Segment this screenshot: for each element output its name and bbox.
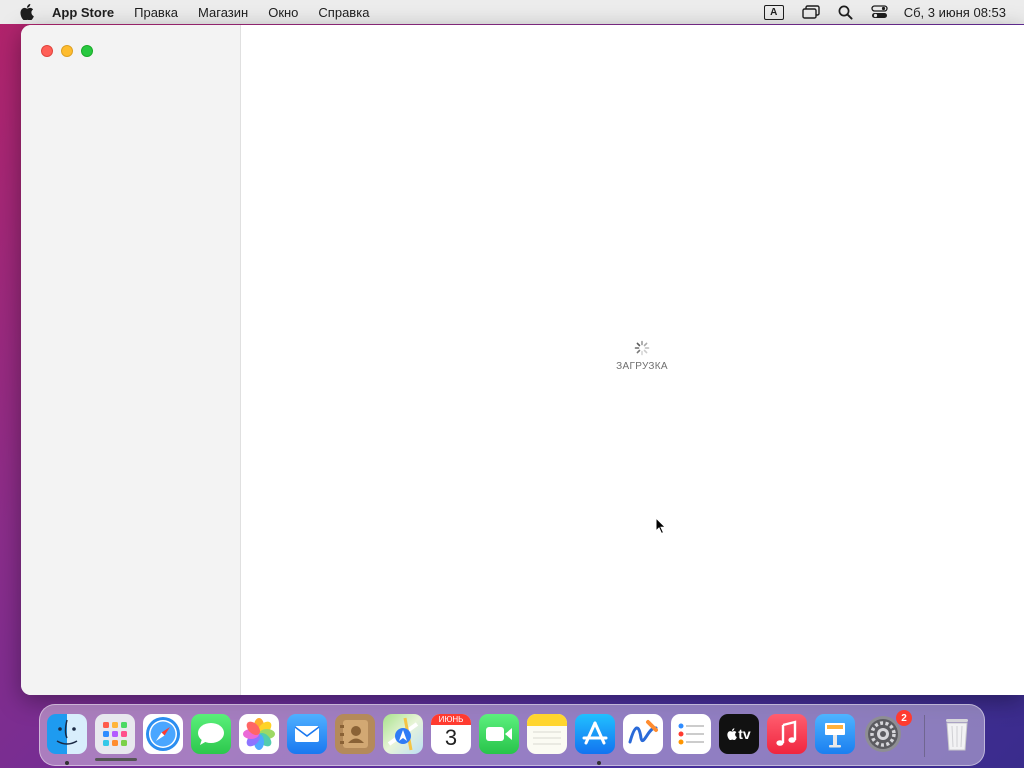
dock-reminders[interactable] (671, 714, 711, 754)
app-store-window: ЗАГРУЗКА (21, 25, 1024, 695)
apple-tv-label: tv (738, 726, 751, 742)
dock-launchpad[interactable] (95, 714, 135, 754)
freeform-icon (628, 720, 658, 744)
finder-running-indicator (65, 761, 69, 765)
messages-icon (198, 723, 224, 745)
app-store-running-indicator (597, 761, 601, 765)
dock-scroll-indicator (95, 758, 137, 761)
photos-icon (243, 718, 275, 750)
control-center-icon[interactable] (871, 5, 888, 19)
dock-apple-tv[interactable]: tv (719, 714, 759, 754)
dock-notes[interactable] (527, 714, 567, 754)
sidebar (21, 25, 241, 695)
dock-photos[interactable] (239, 714, 279, 754)
finder-icon (56, 719, 78, 745)
menu-edit[interactable]: Правка (134, 5, 178, 20)
contacts-icon (340, 720, 368, 748)
dock-freeform[interactable] (623, 714, 663, 754)
dock-mail[interactable] (287, 714, 327, 754)
spotlight-search-icon[interactable] (838, 5, 853, 20)
loading-indicator: ЗАГРУЗКА (612, 340, 672, 372)
facetime-icon (486, 727, 512, 741)
menu-bar: App Store Правка Магазин Окно Справка A (0, 0, 1024, 24)
launchpad-icon (103, 722, 127, 746)
main-content: ЗАГРУЗКА (242, 25, 1024, 695)
menu-store[interactable]: Магазин (198, 5, 248, 20)
dock-facetime[interactable] (479, 714, 519, 754)
dock-safari[interactable] (143, 714, 183, 754)
dock-app-store[interactable] (575, 714, 615, 754)
loading-label: ЗАГРУЗКА (616, 361, 668, 372)
reminders-icon (678, 723, 704, 745)
screen-mirroring-icon[interactable] (802, 5, 820, 19)
dock-maps[interactable] (383, 714, 423, 754)
dock-messages[interactable] (191, 714, 231, 754)
loading-spinner-icon (634, 340, 650, 356)
app-store-icon (582, 721, 608, 745)
dock-keynote[interactable] (815, 714, 855, 754)
mail-icon (294, 726, 320, 742)
apple-tv-icon: tv (727, 726, 751, 742)
settings-notification-badge: 2 (896, 710, 912, 726)
menu-bar-clock[interactable]: Сб, 3 июня 08:53 (904, 5, 1006, 20)
menu-help[interactable]: Справка (318, 5, 369, 20)
notes-icon (527, 714, 567, 745)
keynote-icon (825, 723, 845, 748)
keyboard-layout-label: A (763, 4, 784, 20)
maps-icon (387, 717, 419, 751)
apple-menu-icon[interactable] (18, 3, 36, 21)
minimize-window-button[interactable] (61, 45, 73, 57)
trash-icon (946, 719, 968, 751)
dock-calendar[interactable]: ИЮНЬ 3 (431, 714, 471, 754)
menu-window[interactable]: Окно (268, 5, 298, 20)
music-icon (776, 720, 797, 746)
maximize-window-button[interactable] (81, 45, 93, 57)
calendar-day: 3 (444, 725, 458, 750)
mouse-pointer-icon (655, 517, 667, 535)
safari-icon (146, 717, 180, 751)
dock: ИЮНЬ 3 tv 2 (39, 704, 985, 766)
dock-trash[interactable] (937, 714, 977, 754)
keyboard-input-icon[interactable]: A (763, 4, 784, 20)
dock-music[interactable] (767, 714, 807, 754)
status-area: A Сб, 3 июня 08:53 (746, 0, 1006, 24)
dock-separator (924, 715, 925, 757)
dock-contacts[interactable] (335, 714, 375, 754)
close-window-button[interactable] (41, 45, 53, 57)
dock-finder[interactable] (47, 714, 87, 754)
calendar-month: ИЮНЬ (431, 714, 471, 725)
app-menu-app-store[interactable]: App Store (52, 5, 114, 20)
